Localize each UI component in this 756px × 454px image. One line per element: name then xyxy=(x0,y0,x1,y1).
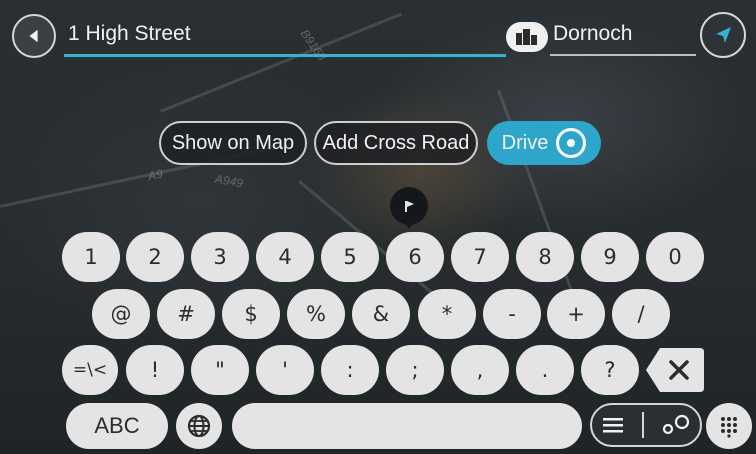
key-colon[interactable]: : xyxy=(321,345,379,395)
key-semicolon[interactable]: ; xyxy=(386,345,444,395)
globe-icon[interactable] xyxy=(176,403,222,449)
flag-pin-icon xyxy=(390,187,428,229)
key-at[interactable]: @ xyxy=(92,289,150,339)
keypad-icon[interactable] xyxy=(706,403,752,449)
drive-label: Drive xyxy=(501,131,549,154)
add-cross-road-button[interactable]: Add Cross Road xyxy=(314,121,478,165)
street-search-input[interactable]: 1 High Street xyxy=(68,22,191,46)
key-7[interactable]: 7 xyxy=(451,232,509,282)
key-plus[interactable]: + xyxy=(547,289,605,339)
space-bar[interactable] xyxy=(232,403,582,449)
map-road-label: A9 xyxy=(146,166,164,184)
key-1[interactable]: 1 xyxy=(62,232,120,282)
key-4[interactable]: 4 xyxy=(256,232,314,282)
toggle-divider xyxy=(641,412,644,438)
key-period[interactable]: . xyxy=(516,345,574,395)
city-field-underline xyxy=(550,54,696,56)
key-exclamation[interactable]: ! xyxy=(126,345,184,395)
navigation-arrow-icon xyxy=(716,27,731,43)
key-8[interactable]: 8 xyxy=(516,232,574,282)
abc-keyboard-button[interactable]: ABC xyxy=(66,403,168,449)
key-asterisk[interactable]: * xyxy=(418,289,476,339)
steering-wheel-icon xyxy=(556,128,587,158)
key-2[interactable]: 2 xyxy=(126,232,184,282)
key-minus[interactable]: - xyxy=(483,289,541,339)
key-more-symbols[interactable]: =\< xyxy=(62,345,118,395)
drive-button[interactable]: Drive xyxy=(487,121,601,165)
key-3[interactable]: 3 xyxy=(191,232,249,282)
key-6[interactable]: 6 xyxy=(386,232,444,282)
back-arrow-icon xyxy=(29,29,38,43)
key-question[interactable]: ? xyxy=(581,345,639,395)
map-marker-icon xyxy=(663,414,690,435)
show-on-map-button[interactable]: Show on Map xyxy=(159,121,307,165)
back-button[interactable] xyxy=(12,14,56,58)
navigate-button[interactable] xyxy=(700,12,746,58)
key-9[interactable]: 9 xyxy=(581,232,639,282)
street-input-underline xyxy=(64,54,506,57)
key-comma[interactable]: , xyxy=(451,345,509,395)
city-buildings-icon xyxy=(516,29,537,45)
key-5[interactable]: 5 xyxy=(321,232,379,282)
key-hash[interactable]: # xyxy=(157,289,215,339)
key-double-quote[interactable]: " xyxy=(191,345,249,395)
map-background xyxy=(0,0,756,454)
backspace-icon[interactable] xyxy=(644,345,706,395)
key-percent[interactable]: % xyxy=(287,289,345,339)
city-selector-button[interactable] xyxy=(506,22,548,52)
key-ampersand[interactable]: & xyxy=(352,289,410,339)
key-dollar[interactable]: $ xyxy=(222,289,280,339)
key-0[interactable]: 0 xyxy=(646,232,704,282)
list-map-toggle[interactable] xyxy=(590,403,702,447)
key-slash[interactable]: / xyxy=(612,289,670,339)
list-icon xyxy=(602,418,623,433)
key-apostrophe[interactable]: ' xyxy=(256,345,314,395)
city-field[interactable]: Dornoch xyxy=(553,22,632,46)
